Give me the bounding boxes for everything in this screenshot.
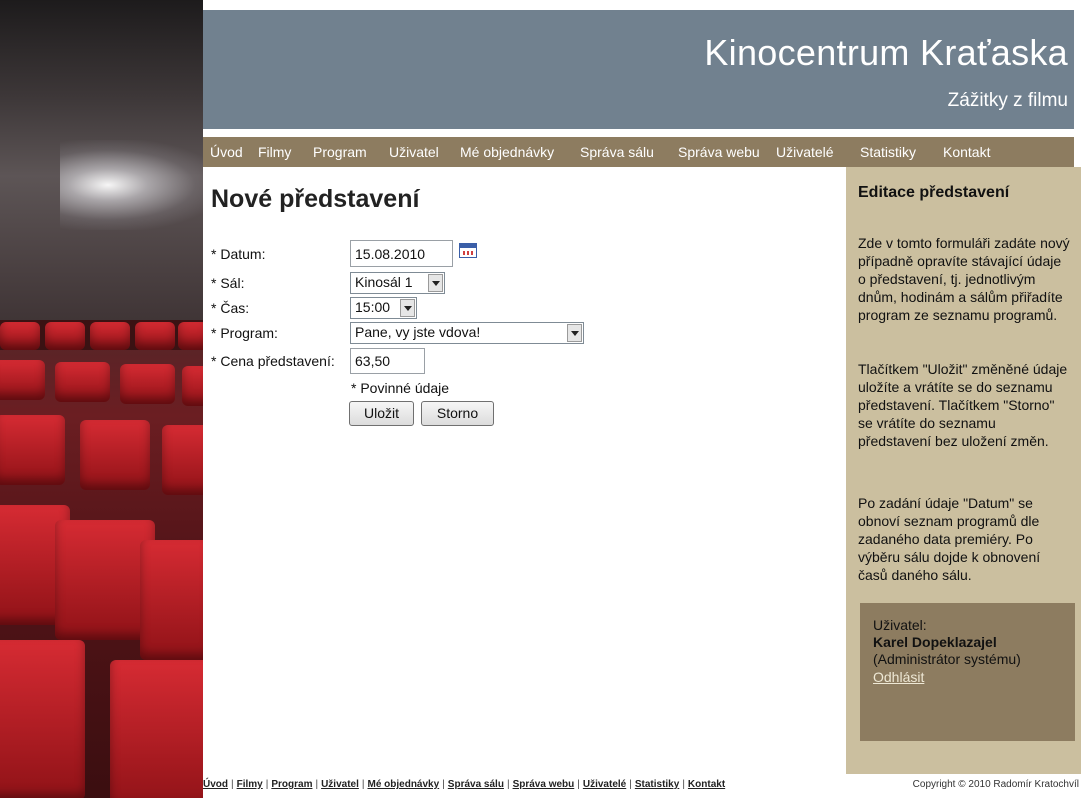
sidebar-title: Editace představení [858, 184, 1010, 201]
footer-link-statistiky[interactable]: Statistiky [635, 779, 679, 790]
seat [0, 360, 45, 400]
cancel-button[interactable]: Storno [421, 401, 494, 426]
nav-item-filmy[interactable]: Filmy [258, 144, 291, 160]
seat [55, 362, 110, 402]
footer-link-uzivatele[interactable]: Uživatelé [583, 779, 626, 790]
footer-link-uzivatel[interactable]: Uživatel [321, 779, 359, 790]
footer-link-filmy[interactable]: Filmy [237, 779, 263, 790]
program-label: * Program: [211, 325, 278, 341]
nav-item-uzivatel[interactable]: Uživatel [389, 144, 439, 160]
footer-link-kontakt[interactable]: Kontakt [688, 779, 725, 790]
seat [0, 640, 85, 798]
footer-separator: | [682, 779, 685, 790]
main-nav: Úvod Filmy Program Uživatel Mé objednávk… [203, 137, 1074, 167]
copyright: Copyright © 2010 Radomír Kratochvíl [912, 779, 1079, 790]
footer-separator: | [361, 779, 365, 790]
main-content: Nové představení * Datum: * Sál: Kinosál… [203, 167, 846, 774]
footer-separator: | [265, 779, 269, 790]
help-sidebar: Editace představení Zde v tomto formulář… [846, 167, 1081, 774]
footer-link-uvod[interactable]: Úvod [203, 779, 228, 790]
seat [45, 322, 85, 350]
footer-links: Úvod | Filmy | Program | Uživatel | Mé objednávk… [203, 779, 725, 790]
date-field[interactable] [350, 240, 453, 267]
nav-item-kontakt[interactable]: Kontakt [943, 144, 990, 160]
save-button[interactable]: Uložit [349, 401, 414, 426]
site-header: Kinocentrum Kraťaska Zážitky z filmu [203, 10, 1074, 129]
seat [90, 322, 130, 350]
program-select[interactable]: Pane, vy jste vdova! [350, 322, 584, 344]
chevron-down-icon[interactable] [400, 299, 415, 317]
footer-separator: | [231, 779, 234, 790]
time-select-value: 15:00 [355, 299, 391, 315]
price-field[interactable] [350, 348, 425, 374]
seat [120, 364, 175, 404]
footer-separator: | [629, 779, 632, 790]
nav-item-sprava-salu[interactable]: Správa sálu [580, 144, 654, 160]
site-title: Kinocentrum Kraťaska [704, 32, 1068, 73]
nav-item-sprava-webu[interactable]: Správa webu [678, 144, 760, 160]
sidebar-paragraph-1: Zde v tomto formuláři zadáte nový případ… [858, 235, 1070, 323]
required-note: * Povinné údaje [351, 380, 450, 396]
footer-link-me-objednavky[interactable]: Mé objednávky [367, 779, 439, 790]
user-role: (Administrátor systému) [873, 651, 1021, 667]
nav-item-program[interactable]: Program [313, 144, 367, 160]
footer-separator: | [577, 779, 580, 790]
seat [178, 322, 203, 350]
seat [182, 366, 203, 406]
hall-select-value: Kinosál 1 [355, 274, 413, 290]
seat [135, 322, 175, 350]
page-title: Nové představení [211, 185, 420, 213]
nav-item-me-objednavky[interactable]: Mé objednávky [460, 144, 554, 160]
seat [0, 415, 65, 485]
seat [0, 322, 40, 350]
logout-link[interactable]: Odhlásit [873, 669, 924, 685]
seat [140, 540, 203, 660]
footer-separator: | [506, 779, 510, 790]
footer-separator: | [315, 779, 319, 790]
footer: Úvod | Filmy | Program | Uživatel | Mé objednávk… [203, 774, 1081, 798]
footer-separator: | [442, 779, 445, 790]
nav-item-uvod[interactable]: Úvod [210, 144, 243, 160]
user-box: Uživatel: Karel Dopeklazajel (Administrá… [860, 603, 1075, 741]
chevron-down-icon[interactable] [428, 274, 443, 292]
time-label: * Čas: [211, 300, 250, 316]
footer-link-program[interactable]: Program [271, 779, 312, 790]
projector-beam [60, 140, 203, 230]
user-name: Karel Dopeklazajel [873, 634, 997, 650]
sidebar-paragraph-3: Po zadání údaje "Datum" se obnoví seznam… [858, 495, 1041, 583]
seat [110, 660, 203, 798]
nav-item-statistiky[interactable]: Statistiky [860, 144, 916, 160]
site-subtitle: Zážitky z filmu [947, 90, 1068, 111]
time-select[interactable]: 15:00 [350, 297, 417, 319]
chevron-down-icon[interactable] [567, 324, 582, 342]
date-label: * Datum: [211, 246, 266, 262]
seat [162, 425, 203, 495]
footer-link-sprava-salu[interactable]: Správa sálu [448, 779, 504, 790]
hall-select[interactable]: Kinosál 1 [350, 272, 445, 294]
price-label: * Cena představení: [211, 353, 335, 369]
seat [80, 420, 150, 490]
nav-item-uzivatele[interactable]: Uživatelé [776, 144, 834, 160]
program-select-value: Pane, vy jste vdova! [355, 324, 481, 340]
cinema-hall-image [0, 0, 203, 798]
calendar-icon[interactable] [459, 243, 477, 258]
user-label: Uživatel: [873, 617, 927, 633]
hall-label: * Sál: [211, 275, 245, 291]
sidebar-paragraph-2: Tlačítkem "Uložit" změněné údaje uložíte… [858, 361, 1068, 449]
footer-link-sprava-webu[interactable]: Správa webu [513, 779, 575, 790]
